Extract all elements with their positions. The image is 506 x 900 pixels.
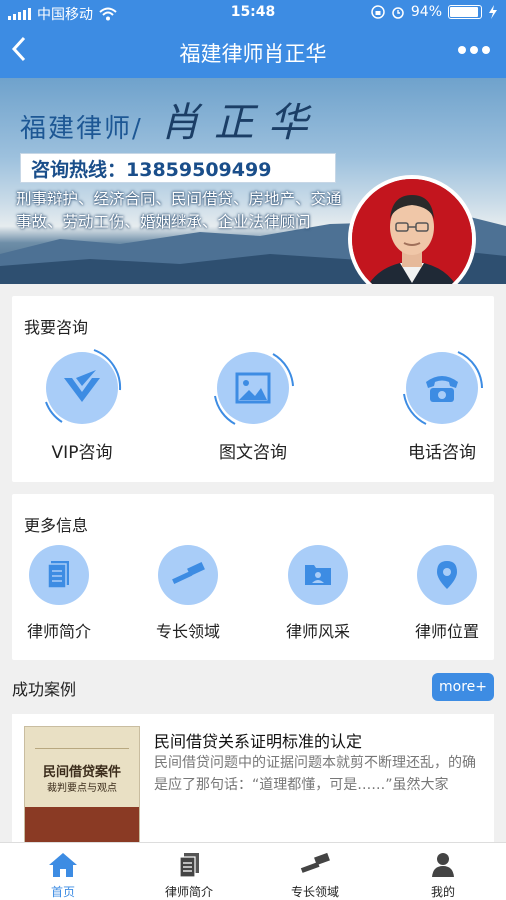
more-info-card: 更多信息 律师简介 专长领域 律师风采 律师位置	[12, 494, 494, 660]
case-description: 民间借贷问题中的证据问题本就剪不断理还乱，的确是应了那句话：“道理都懂，可是………	[154, 755, 476, 793]
user-icon	[432, 853, 454, 877]
home-icon	[49, 853, 77, 877]
profile-button[interactable]: 律师简介	[4, 545, 114, 642]
charging-icon	[489, 5, 497, 19]
expertise-circle	[158, 545, 218, 605]
document-icon	[47, 561, 69, 589]
gavel-icon	[172, 561, 205, 584]
profile-circle	[29, 545, 89, 605]
consult-card: 我要咨询 VIP咨询 图文咨询 电话咨询	[12, 296, 494, 482]
banner-carousel[interactable]: 福建律师/ 肖正华 咨询热线：13859509499 刑事辩护、经济合同、民间借…	[0, 78, 506, 284]
vip-consult-circle	[45, 349, 122, 424]
photo-folder-icon	[305, 565, 331, 585]
tab-mine[interactable]: 我的	[380, 843, 506, 900]
banner-name: 肖正华	[160, 100, 322, 146]
page-title: 福建律师肖正华	[179, 42, 327, 66]
consult-heading: 我要咨询	[24, 318, 89, 337]
location-label: 律师位置	[414, 622, 479, 641]
image-consult-button[interactable]: 图文咨询	[193, 352, 313, 463]
phone-consult-button[interactable]: 电话咨询	[382, 351, 502, 463]
expertise-button[interactable]: 专长领域	[133, 545, 243, 642]
location-circle	[417, 545, 477, 605]
back-button[interactable]	[10, 34, 34, 71]
tab-bar: 首页 律师简介 专长领域 我的	[0, 842, 506, 900]
profile-label: 律师简介	[26, 622, 91, 641]
gallery-circle	[288, 545, 348, 605]
case-title: 民间借贷关系证明标准的认定	[154, 732, 363, 751]
status-bar: 中国移动 15:48 94%	[0, 0, 506, 26]
gavel-icon	[300, 852, 330, 873]
tab-profile[interactable]: 律师简介	[126, 843, 252, 900]
alarm-icon	[392, 7, 404, 19]
image-consult-label: 图文咨询	[219, 443, 287, 463]
case-book-cover: 民间借贷案件 裁判要点与观点	[24, 726, 140, 842]
vip-consult-label: VIP咨询	[51, 443, 113, 463]
expertise-label: 专长领域	[155, 622, 220, 641]
vip-consult-button[interactable]: VIP咨询	[22, 349, 142, 463]
more-dots-icon	[458, 46, 466, 54]
phone-icon	[426, 376, 458, 402]
tab-profile-label: 律师简介	[164, 885, 213, 899]
cases-heading: 成功案例	[12, 680, 77, 699]
document-icon	[179, 853, 199, 878]
vip-icon	[64, 370, 100, 402]
more-button[interactable]	[458, 46, 490, 54]
gallery-label: 律师风采	[285, 622, 350, 641]
rotation-lock-icon	[371, 5, 385, 19]
more-cases-button[interactable]: more+	[432, 673, 494, 701]
status-right: 94%	[371, 4, 498, 20]
phone-consult-label: 电话咨询	[408, 443, 476, 463]
battery-icon	[448, 5, 482, 19]
book-title: 民间借贷案件	[42, 765, 121, 780]
case-item[interactable]: 民间借贷案件 裁判要点与观点 民间借贷关系证明标准的认定 民间借贷问题中的证据问…	[12, 714, 494, 842]
banner-title: 福建律师/	[20, 114, 143, 144]
banner-services: 刑事辩护、经济合同、民间借贷、房地产、交通事故、劳动工伤、婚姻继承、企业法律顾问	[16, 190, 342, 231]
tab-home-label: 首页	[50, 885, 75, 899]
gallery-button[interactable]: 律师风采	[263, 545, 373, 642]
image-consult-circle	[214, 352, 294, 425]
nav-bar: 福建律师肖正华	[0, 26, 506, 78]
tab-expertise[interactable]: 专长领域	[252, 843, 378, 900]
location-pin-icon	[437, 561, 457, 589]
back-chevron-icon	[11, 36, 26, 62]
tab-mine-label: 我的	[430, 885, 455, 899]
phone-consult-circle	[403, 351, 483, 425]
tab-home[interactable]: 首页	[0, 843, 126, 900]
lawyer-avatar	[348, 175, 476, 284]
book-subtitle: 裁判要点与观点	[47, 783, 117, 794]
info-heading: 更多信息	[24, 516, 89, 535]
location-button[interactable]: 律师位置	[392, 545, 502, 642]
image-icon	[235, 372, 271, 404]
banner-hotline: 咨询热线：13859509499	[20, 153, 336, 183]
tab-expertise-label: 专长领域	[290, 885, 339, 899]
battery-percent: 94%	[410, 4, 442, 20]
